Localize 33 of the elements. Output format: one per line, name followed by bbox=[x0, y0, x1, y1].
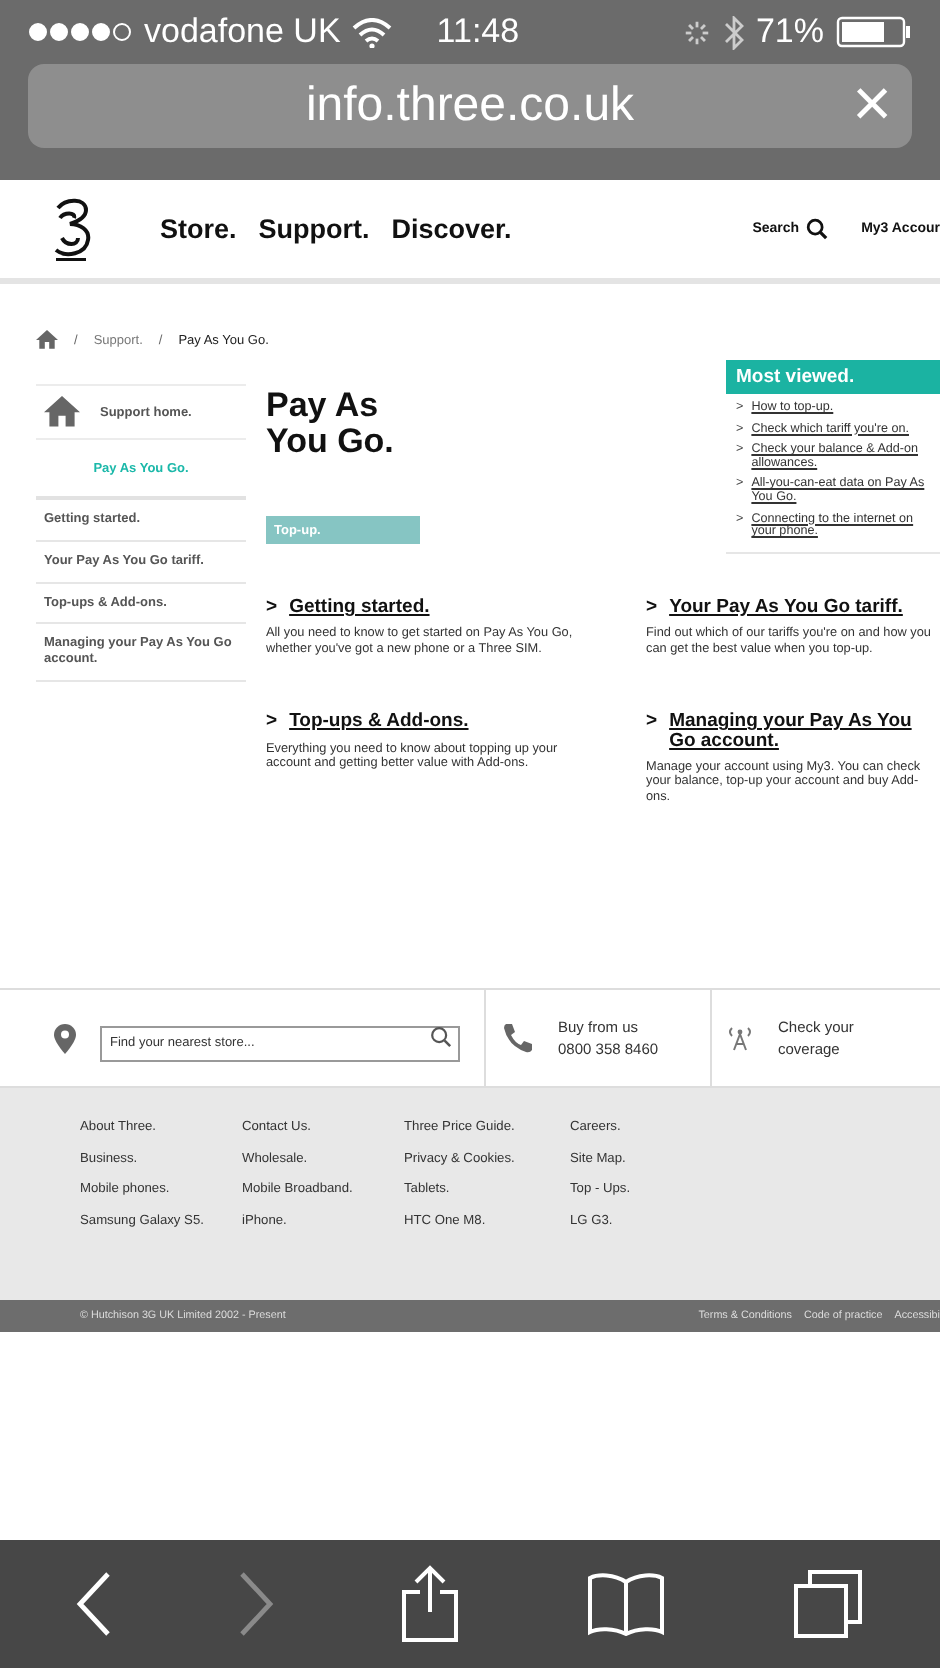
tabs-button[interactable] bbox=[792, 1568, 865, 1640]
share-button[interactable] bbox=[399, 1564, 460, 1644]
most-viewed-heading: Most viewed. bbox=[726, 360, 940, 394]
bluetooth-icon bbox=[723, 15, 744, 49]
battery-percentage: 71% bbox=[755, 12, 824, 52]
bullet-marker: > bbox=[266, 597, 278, 617]
back-button[interactable] bbox=[75, 1570, 112, 1638]
activity-spinner-icon bbox=[681, 17, 712, 47]
signal-tower-icon bbox=[726, 1024, 754, 1052]
wifi-icon bbox=[352, 17, 393, 47]
clock: 11:48 bbox=[436, 12, 522, 52]
phone-icon bbox=[502, 1022, 534, 1054]
nav-link[interactable]: Store. bbox=[160, 214, 237, 244]
battery-icon bbox=[836, 16, 912, 48]
search-icon[interactable] bbox=[805, 218, 828, 240]
nav-link[interactable]: Discover. bbox=[391, 214, 512, 244]
home-icon bbox=[44, 396, 80, 428]
bullet-marker: > bbox=[266, 712, 278, 732]
topic-link[interactable]: Your Pay As You Go tariff. bbox=[669, 597, 903, 617]
topic-link[interactable]: Managing your Pay As You Go account. bbox=[669, 712, 932, 751]
bullet-marker: > bbox=[646, 597, 658, 617]
carrier-name: vodafone UK bbox=[144, 12, 341, 52]
topic-link[interactable]: Top-ups & Add-ons. bbox=[289, 712, 469, 732]
url-text: info.three.co.uk bbox=[305, 78, 635, 134]
signal-icon bbox=[28, 22, 132, 42]
topic-link[interactable]: Getting started. bbox=[289, 597, 430, 617]
search-icon[interactable] bbox=[430, 1026, 452, 1048]
bookmarks-button[interactable] bbox=[586, 1572, 667, 1636]
location-pin-icon bbox=[54, 1023, 76, 1053]
bullet-marker: > bbox=[646, 712, 658, 737]
home-icon bbox=[36, 330, 58, 350]
page-title: Pay As You Go. bbox=[266, 388, 396, 460]
nav-link[interactable]: Support. bbox=[258, 214, 370, 244]
